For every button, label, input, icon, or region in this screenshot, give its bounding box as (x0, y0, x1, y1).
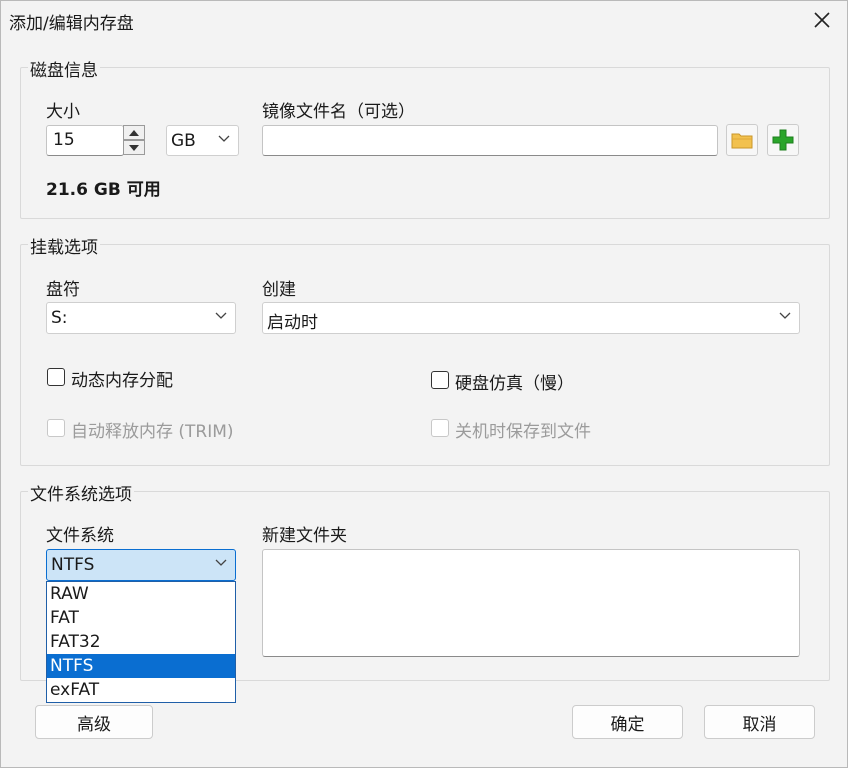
fs-label: 文件系统 (46, 526, 114, 546)
add-image-button[interactable] (767, 124, 799, 156)
save-on-shutdown-label: 关机时保存到文件 (455, 422, 591, 442)
size-spin-down[interactable] (123, 140, 145, 155)
size-label: 大小 (46, 102, 80, 122)
mount-options-group-title: 挂载选项 (28, 233, 100, 258)
unit-select[interactable]: GB (166, 125, 239, 156)
available-space-text: 21.6 GB 可用 (46, 180, 161, 200)
fs-option-fat[interactable]: FAT (47, 606, 235, 630)
browse-folder-button[interactable] (726, 124, 758, 156)
title-bar: 添加/编辑内存盘 (1, 1, 847, 39)
create-select[interactable]: 启动时 (262, 302, 800, 334)
fs-option-raw[interactable]: RAW (47, 582, 235, 606)
chevron-down-icon (779, 312, 791, 319)
dynamic-memory-checkbox[interactable] (47, 368, 65, 386)
fs-value: NTFS (51, 555, 95, 575)
auto-trim-label: 自动释放内存 (TRIM) (71, 422, 234, 442)
dialog-window: 添加/编辑内存盘 磁盘信息 大小 15 GB 镜像文件名（可选） 21.6 GB… (0, 0, 848, 768)
window-title: 添加/编辑内存盘 (9, 14, 134, 34)
disk-emulation-label: 硬盘仿真（慢） (455, 374, 574, 394)
drive-letter-label: 盘符 (46, 280, 80, 300)
folder-icon (731, 133, 753, 149)
dynamic-memory-label: 动态内存分配 (71, 371, 173, 391)
drive-letter-value: S: (51, 308, 68, 328)
image-file-label: 镜像文件名（可选） (262, 102, 415, 122)
disk-emulation-checkbox[interactable] (431, 371, 449, 389)
fs-dropdown-list: RAW FAT FAT32 NTFS exFAT (46, 581, 236, 703)
fs-option-fat32[interactable]: FAT32 (47, 630, 235, 654)
fs-select[interactable]: NTFS (46, 549, 236, 581)
new-folder-label: 新建文件夹 (262, 526, 347, 546)
chevron-down-icon (215, 559, 227, 566)
image-file-input[interactable] (262, 125, 718, 156)
ok-button[interactable]: 确定 (572, 705, 683, 739)
size-value: 15 (53, 130, 75, 150)
size-input[interactable]: 15 (46, 125, 124, 156)
create-value: 启动时 (267, 313, 318, 333)
new-folder-textarea[interactable] (262, 549, 800, 657)
fs-option-exfat[interactable]: exFAT (47, 678, 235, 702)
fs-option-ntfs[interactable]: NTFS (47, 654, 235, 678)
plus-icon (772, 129, 794, 151)
size-spin-up[interactable] (123, 125, 145, 140)
drive-letter-select[interactable]: S: (46, 302, 236, 334)
chevron-down-icon (215, 312, 227, 319)
create-label: 创建 (262, 280, 296, 300)
chevron-up-icon (129, 129, 139, 136)
close-icon (814, 12, 830, 28)
disk-info-group-title: 磁盘信息 (28, 56, 100, 81)
auto-trim-checkbox (47, 419, 65, 437)
unit-value: GB (171, 131, 196, 151)
save-on-shutdown-checkbox (431, 419, 449, 437)
fs-options-group-title: 文件系统选项 (28, 480, 134, 505)
close-button[interactable] (809, 7, 835, 33)
chevron-down-icon (129, 144, 139, 151)
cancel-button[interactable]: 取消 (704, 705, 815, 739)
chevron-down-icon (218, 135, 230, 142)
advanced-button[interactable]: 高级 (35, 705, 153, 739)
